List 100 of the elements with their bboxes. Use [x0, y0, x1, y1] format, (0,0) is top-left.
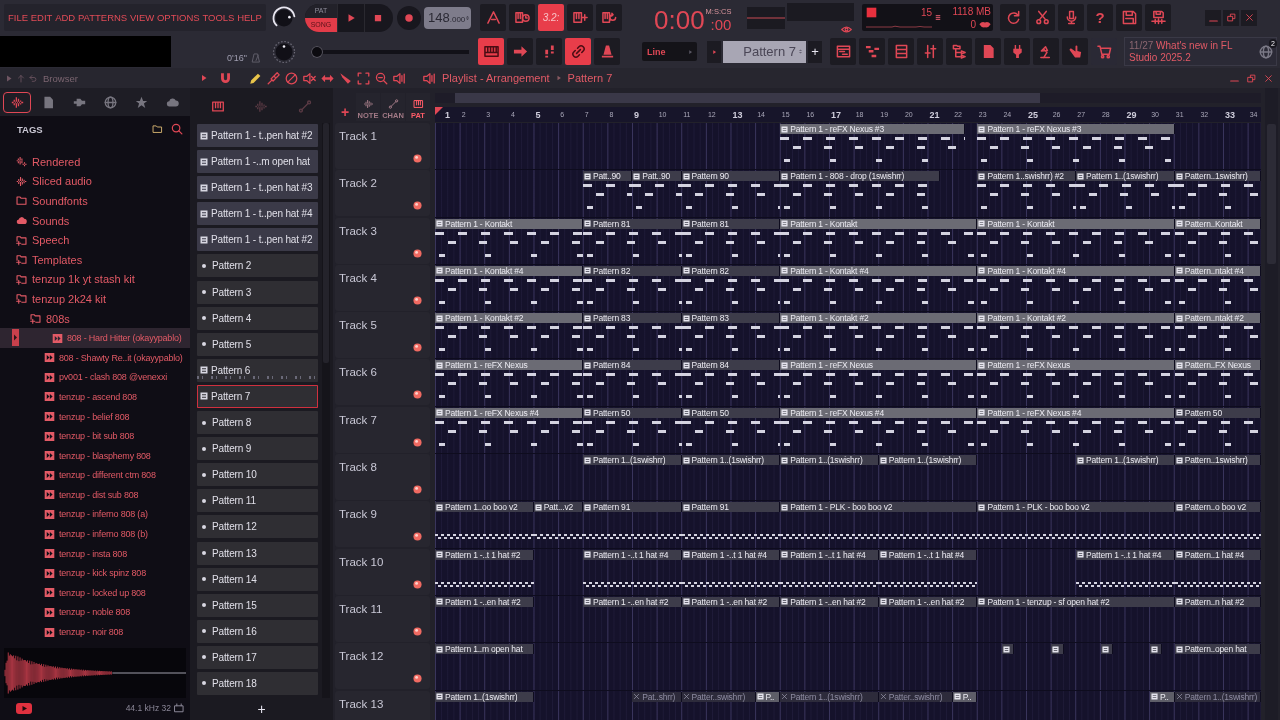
menu-item[interactable]: HELP [237, 12, 262, 23]
browser-item[interactable]: tenzup - inferno 808 (b) [0, 524, 190, 544]
browser-item[interactable]: tenzup - locked up 808 [0, 583, 190, 603]
slider-thumb[interactable] [311, 45, 323, 58]
pattern-clip[interactable]: Pattern 81 [582, 218, 682, 229]
browser-item[interactable]: tenzup - inferno 808 (a) [0, 504, 190, 525]
pattern-clip[interactable]: Pattern 1 - reFX Nexus #3 [977, 124, 1175, 134]
browser-item[interactable]: Speech [0, 230, 190, 250]
browser-item[interactable]: 808 - Shawty Re..it (okayypablo) [0, 347, 190, 368]
browser-item[interactable]: tenzup - blasphemy 808 [0, 445, 190, 466]
pattern-item[interactable]: Pattern 3 [197, 280, 318, 304]
pattern-clip[interactable]: Pattern 1 - Kontakt [435, 218, 583, 229]
pattern-clip[interactable] [1150, 644, 1163, 655]
view-button[interactable] [975, 38, 1001, 65]
pattern-clip[interactable]: Pattern 1 - reFX Nexus #4 [435, 407, 583, 418]
pattern-clip[interactable]: Pattern 1 - Kontakt #2 [977, 313, 1175, 324]
pattern-clip[interactable]: Pattern 1 - reFX Nexus #4 [780, 407, 978, 418]
pattern-item[interactable]: Pattern 2 [197, 254, 318, 278]
pattern-clip[interactable]: Pattern..open hat [1174, 644, 1261, 655]
track-header[interactable]: Track 5 [335, 312, 430, 359]
browser-item[interactable]: Sounds [0, 210, 190, 231]
track-header[interactable]: Track 6 [335, 359, 430, 406]
pattern-item[interactable]: Pattern 5 [197, 332, 318, 356]
video-play-icon[interactable] [16, 702, 32, 714]
pattern-clip[interactable]: Pattern 81 [681, 218, 781, 229]
pattern-item[interactable]: Pattern 1 - t..pen hat #4 [197, 202, 318, 226]
track-header[interactable]: Track 2 [335, 170, 430, 217]
menu-item[interactable]: OPTIONS [156, 12, 200, 23]
pattern-clip[interactable]: Pattern 1 - reFX Nexus #3 [780, 124, 966, 134]
pattern-clip[interactable]: Pattern 1..(1swishrr) [435, 691, 534, 702]
pattern-clip[interactable]: Pattern 1 - reFX Nexus [435, 360, 583, 371]
mute-led[interactable] [413, 390, 422, 400]
view-button[interactable] [1062, 38, 1088, 65]
menu-item[interactable]: VIEW [129, 12, 155, 23]
browser-item[interactable]: Templates [0, 249, 190, 270]
pattern-clip[interactable]: Pattern 1..(1swishrr) [582, 455, 682, 466]
browser-item[interactable]: tenzup - different ctm 808 [0, 465, 190, 486]
pattern-item[interactable]: Pattern 10 [197, 463, 318, 487]
pattern-clip[interactable]: Pattern 91 [681, 502, 781, 513]
pattern-clip[interactable]: Pattern 50 [681, 407, 781, 418]
pattern-item[interactable]: Pattern 13 [197, 541, 318, 565]
track-header[interactable]: Track 8 [335, 454, 430, 501]
news-text[interactable]: 11/27 What's new in FL Studio 2025.2 [1129, 39, 1255, 64]
action-button[interactable] [1116, 4, 1142, 31]
mute-led[interactable] [413, 485, 422, 495]
pattern-item[interactable]: Pattern 4 [197, 306, 318, 330]
pattern-clip[interactable]: Pattern 50 [1174, 407, 1261, 418]
add-button[interactable]: + [190, 698, 333, 720]
menu-item[interactable]: EDIT [30, 12, 53, 23]
pattern-clip[interactable]: Pattern 1..(1swishrr) [1076, 455, 1175, 466]
track-header[interactable]: Track 11 [335, 595, 430, 642]
pattern-clip[interactable]: Pattern 90 [681, 171, 781, 182]
restore-button[interactable] [1223, 9, 1239, 26]
mute-led[interactable] [413, 626, 422, 636]
track-header[interactable]: Track 12 [335, 643, 430, 690]
tool-button[interactable] [391, 70, 407, 86]
action-button[interactable] [1058, 4, 1084, 31]
tool-button[interactable] [283, 70, 299, 86]
mute-led[interactable] [413, 295, 422, 305]
pattern-clip[interactable]: Pattern..ntakt #2 [1174, 313, 1261, 324]
pattern-clip[interactable]: Pattern 1..(1swishrr) [681, 455, 781, 466]
mute-led[interactable] [413, 579, 422, 589]
pattern-item[interactable]: Pattern 14 [197, 567, 318, 591]
pattern-item[interactable]: Pattern 1 - t..pen hat #3 [197, 176, 318, 200]
track-header[interactable]: Track 10 [335, 548, 430, 595]
track-header[interactable]: Track 4 [335, 264, 430, 311]
pattern-item[interactable]: Pattern 1 - t..pen hat #2 [197, 228, 318, 252]
browser-item[interactable]: tenzup - kick spinz 808 [0, 563, 190, 584]
add-pattern-button[interactable]: + [808, 40, 822, 63]
pattern-clip[interactable]: Pattern..ntakt #4 [1174, 265, 1261, 276]
browser-item[interactable]: Rendered [0, 152, 190, 172]
pattern-item[interactable]: Pattern 17 [197, 645, 318, 669]
menu-item[interactable]: FILE [8, 12, 29, 23]
pattern-clip[interactable]: Pattern 1 -..t 1 hat #4 [878, 549, 978, 560]
browser-item[interactable]: tenzup - bit sub 808 [0, 426, 190, 446]
toolbar-button[interactable] [596, 4, 622, 31]
pattern-clip[interactable]: Pattern 1 - reFX Nexus [780, 360, 978, 371]
toolbar-button[interactable] [507, 38, 533, 65]
pattern-clip[interactable]: Pattern..1 hat #4 [1174, 549, 1261, 560]
menu-item[interactable]: TOOLS [202, 12, 235, 23]
pattern-clip[interactable]: Pattern..Kontakt [1174, 218, 1261, 229]
view-button[interactable] [1004, 38, 1030, 65]
pattern-clip[interactable]: Pattern 1 -..en hat #2 [681, 596, 781, 607]
browser-item[interactable]: 808s [0, 308, 190, 329]
browser-item[interactable]: 808 - Hard Hitter (okayypablo) [0, 328, 190, 348]
action-button[interactable] [1029, 4, 1055, 31]
pattern-item[interactable]: Pattern 15 [197, 593, 318, 617]
mute-led[interactable] [413, 343, 422, 353]
mute-led[interactable] [413, 201, 422, 211]
browser-item[interactable]: tenzup 1k yt stash kit [0, 269, 190, 290]
pattern-clip[interactable]: Patt..90 [632, 171, 682, 182]
toolbar-button[interactable] [567, 4, 593, 31]
mute-led[interactable] [413, 674, 422, 684]
pattern-clip[interactable]: Pattern 1..(1swishrr) [878, 455, 978, 466]
pattern-clip[interactable]: Patt..90 [582, 171, 633, 182]
browser-item[interactable]: tenzup - noir 808 [0, 622, 190, 642]
pattern-clip[interactable]: Pattern 1..(1swishrr) [1076, 171, 1175, 182]
add-track-button[interactable]: + [335, 103, 355, 121]
action-button[interactable] [1145, 4, 1171, 31]
pattern-clip[interactable]: P.. [755, 691, 781, 702]
